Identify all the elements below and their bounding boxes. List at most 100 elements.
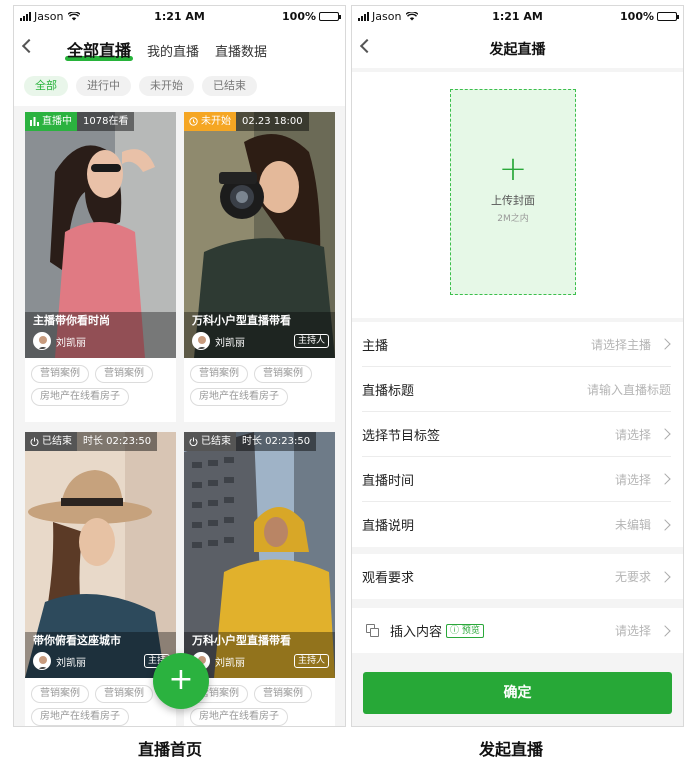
upload-cover-button[interactable]: + 上传封面 2M之内 (450, 89, 576, 295)
status-label: 已结束 (184, 432, 236, 451)
live-home-screen: Jason 1:21 AM 100% 全部直播 我的直播 直播数据 全部 进行中… (13, 5, 346, 727)
row-value: 请选择 (614, 624, 651, 638)
tab-live-data[interactable]: 直播数据 (215, 41, 267, 60)
card-title: 万科小户型直播带看 (192, 314, 291, 327)
viewer-count: 1078在看 (77, 112, 135, 131)
power-icon (189, 437, 198, 446)
row-value: 请选择主播 (590, 337, 651, 352)
battery: 100% (282, 10, 341, 23)
start-time: 02.23 18:00 (236, 112, 309, 131)
tag[interactable]: 营销案例 (31, 365, 89, 383)
tag[interactable]: 营销案例 (95, 685, 153, 703)
row-label: 主播 (362, 338, 389, 354)
power-icon (30, 437, 39, 446)
chevron-right-icon (659, 624, 671, 637)
row-value: 请选择 (614, 427, 651, 442)
plus-icon: + (168, 662, 194, 697)
top-nav: 全部直播 我的直播 直播数据 (14, 28, 345, 68)
battery-icon (657, 12, 679, 21)
row-value: 未编辑 (614, 518, 651, 532)
filter-ended[interactable]: 已结束 (202, 76, 257, 96)
tag[interactable]: 房地产在线看房子 (190, 388, 288, 406)
battery-percent: 100% (620, 10, 654, 23)
insert-content-icon (366, 623, 380, 638)
avatar (33, 332, 51, 350)
host-tag: 主持人 (293, 654, 329, 668)
filter-ongoing[interactable]: 进行中 (76, 76, 131, 96)
anchor-info: 刘凯丽 主持人 (192, 332, 329, 350)
tag[interactable]: 房地产在线看房子 (31, 708, 129, 726)
live-title-input[interactable]: 请输入直播标题 (587, 381, 671, 398)
filter-upcoming[interactable]: 未开始 (139, 76, 194, 96)
plus-icon: + (498, 149, 528, 189)
row-value: 无要求 (614, 570, 651, 584)
back-chevron-icon[interactable] (21, 38, 37, 54)
cover-section: + 上传封面 2M之内 (352, 72, 683, 318)
preview-tag[interactable]: ⓘ 预览 (446, 623, 484, 638)
tag[interactable]: 营销案例 (190, 365, 248, 383)
requirement-section: 观看要求 无要求 (352, 554, 683, 599)
status-text: 已结束 (42, 436, 72, 447)
battery: 100% (620, 10, 679, 23)
battery-icon (319, 12, 341, 21)
card-status-badge: 已结束 时长 02:23:50 (25, 432, 158, 451)
card-title: 带你俯看这座城市 (33, 634, 121, 647)
top-nav: 发起直播 (352, 28, 683, 68)
anchor-name: 刘凯丽 (56, 657, 86, 669)
live-form: 主播 请选择主播 直播标题 请输入直播标题 选择节目标签 请选择 直播时间 请选… (352, 322, 683, 547)
avatar (33, 652, 51, 670)
start-live-screen: Jason 1:21 AM 100% 发起直播 + 上传封面 2M之内 主播 请… (351, 5, 684, 727)
status-bar: Jason 1:21 AM 100% (352, 6, 683, 28)
tag[interactable]: 营销案例 (95, 365, 153, 383)
tag[interactable]: 营销案例 (31, 685, 89, 703)
page-title: 发起直播 (489, 42, 546, 58)
filter-all[interactable]: 全部 (24, 76, 68, 96)
upload-label: 上传封面 (491, 194, 535, 207)
status-text: 直播中 (42, 116, 72, 127)
row-label: 选择节目标签 (362, 428, 441, 444)
status-filter: 全部 进行中 未开始 已结束 (14, 68, 345, 106)
form-row-insert[interactable]: 插入内容 ⓘ 预览 请选择 (362, 608, 671, 653)
card-status-badge: 已结束 时长 02:23:50 (184, 432, 317, 451)
chevron-right-icon (659, 518, 671, 531)
duration: 时长 02:23:50 (77, 432, 158, 451)
card-tags: 营销案例 营销案例 房地产在线看房子 (190, 365, 331, 406)
status-text: 已结束 (201, 436, 231, 447)
anchor-info: 刘凯丽 主持人 (192, 652, 329, 670)
host-tag: 主持人 (293, 334, 329, 348)
tag[interactable]: 房地产在线看房子 (31, 388, 129, 406)
form-row-anchor[interactable]: 主播 请选择主播 (362, 322, 671, 367)
card-title: 主播带你看时尚 (33, 314, 110, 327)
create-live-button[interactable]: + (153, 653, 209, 709)
anchor-info: 刘凯丽 主持 (33, 652, 170, 670)
anchor-name: 刘凯丽 (215, 657, 245, 669)
row-label: 直播说明 (362, 519, 415, 534)
card-tags: 营销案例 营销案例 房地产在线看房子 (31, 685, 172, 726)
status-bar: Jason 1:21 AM 100% (14, 6, 345, 28)
live-card[interactable]: 未开始 02.23 18:00 万科小户型直播带看 刘凯丽 主持人 营销案例 营… (184, 112, 335, 422)
tab-my-live[interactable]: 我的直播 (147, 41, 199, 60)
tag[interactable]: 营销案例 (254, 685, 312, 703)
card-status-badge: 直播中 1078在看 (25, 112, 135, 131)
anchor-name: 刘凯丽 (56, 337, 86, 349)
live-card[interactable]: 直播中 1078在看 主播带你看时尚 刘凯丽 营销案例 营销案例 房地产在线看房… (25, 112, 176, 422)
tab-all-live[interactable]: 全部直播 (64, 37, 134, 61)
row-label: 直播时间 (362, 473, 415, 489)
status-text: 未开始 (201, 116, 231, 127)
battery-percent: 100% (282, 10, 316, 23)
form-row-description[interactable]: 直播说明 未编辑 (362, 502, 671, 547)
status-label: 已结束 (25, 432, 77, 451)
form-row-title[interactable]: 直播标题 请输入直播标题 (362, 367, 671, 412)
tag[interactable]: 营销案例 (254, 365, 312, 383)
form-row-requirement[interactable]: 观看要求 无要求 (362, 554, 671, 599)
live-bars-icon (30, 117, 39, 126)
form-row-tags[interactable]: 选择节目标签 请选择 (362, 412, 671, 457)
card-title: 万科小户型直播带看 (192, 634, 291, 647)
preview-label: 预览 (461, 625, 480, 636)
caption-left: 直播首页 (138, 740, 203, 759)
row-label: 观看要求 (362, 571, 415, 586)
confirm-button[interactable]: 确定 (363, 672, 672, 714)
chevron-right-icon (659, 570, 671, 583)
tag[interactable]: 房地产在线看房子 (190, 708, 288, 726)
form-row-time[interactable]: 直播时间 请选择 (362, 457, 671, 502)
